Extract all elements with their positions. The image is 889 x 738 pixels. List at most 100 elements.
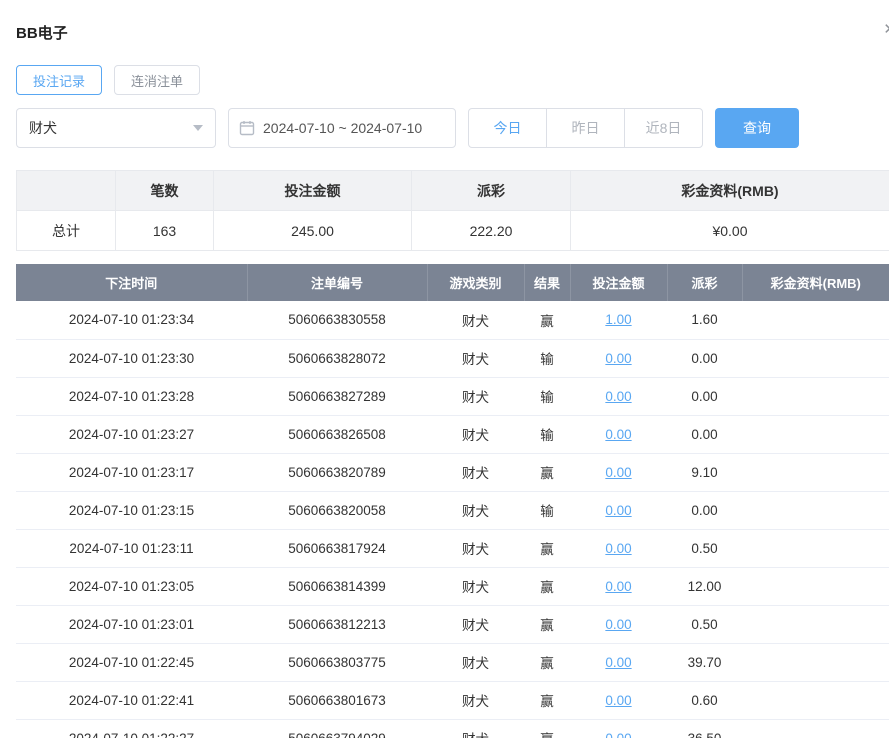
cell-bet-amount: 0.00: [570, 643, 667, 681]
bet-amount-link[interactable]: 0.00: [605, 465, 631, 480]
cell-game-type: 财犬: [427, 415, 524, 453]
cell-bonus: [742, 415, 889, 453]
summary-header-payout: 派彩: [412, 171, 571, 211]
bet-amount-link[interactable]: 0.00: [605, 731, 631, 738]
cell-bet-time: 2024-07-10 01:22:41: [16, 681, 247, 719]
cell-bet-time: 2024-07-10 01:23:01: [16, 605, 247, 643]
cell-order-id: 5060663814399: [247, 567, 427, 605]
bet-amount-link[interactable]: 0.00: [605, 351, 631, 366]
cell-bonus: [742, 377, 889, 415]
cell-game-type: 财犬: [427, 453, 524, 491]
calendar-icon: [239, 120, 255, 136]
cell-payout: 0.00: [667, 339, 742, 377]
cell-order-id: 5060663817924: [247, 529, 427, 567]
cell-result: 输: [524, 377, 570, 415]
cell-bet-time: 2024-07-10 01:22:45: [16, 643, 247, 681]
cell-result: 赢: [524, 719, 570, 738]
cell-bonus: [742, 301, 889, 339]
game-select-value: 财犬: [29, 118, 57, 138]
cell-payout: 0.50: [667, 529, 742, 567]
cell-order-id: 5060663826508: [247, 415, 427, 453]
cell-bet-amount: 0.00: [570, 681, 667, 719]
bet-amount-link[interactable]: 0.00: [605, 389, 631, 404]
cell-order-id: 5060663820058: [247, 491, 427, 529]
table-row: 2024-07-10 01:23:305060663828072财犬输0.000…: [16, 339, 889, 377]
cell-order-id: 5060663820789: [247, 453, 427, 491]
bet-amount-link[interactable]: 0.00: [605, 617, 631, 632]
tab-bet-records[interactable]: 投注记录: [16, 65, 102, 95]
cell-game-type: 财犬: [427, 377, 524, 415]
cell-order-id: 5060663827289: [247, 377, 427, 415]
search-button[interactable]: 查询: [715, 108, 799, 148]
cell-bet-time: 2024-07-10 01:23:15: [16, 491, 247, 529]
table-row: 2024-07-10 01:23:055060663814399财犬赢0.001…: [16, 567, 889, 605]
cell-bonus: [742, 605, 889, 643]
cell-bet-amount: 0.00: [570, 377, 667, 415]
cell-order-id: 5060663803775: [247, 643, 427, 681]
bet-amount-link[interactable]: 0.00: [605, 427, 631, 442]
cell-payout: 0.00: [667, 415, 742, 453]
close-icon[interactable]: ✕: [883, 20, 889, 38]
cell-payout: 9.10: [667, 453, 742, 491]
page-title: BB电子: [16, 22, 68, 43]
summary-header-bonus: 彩金资料(RMB): [571, 171, 889, 211]
cell-bonus: [742, 643, 889, 681]
cell-bet-time: 2024-07-10 01:23:28: [16, 377, 247, 415]
cell-bet-time: 2024-07-10 01:22:27: [16, 719, 247, 738]
summary-header-bet: 投注金额: [214, 171, 412, 211]
bet-amount-link[interactable]: 1.00: [605, 312, 631, 327]
cell-result: 输: [524, 491, 570, 529]
cell-game-type: 财犬: [427, 529, 524, 567]
yesterday-button[interactable]: 昨日: [546, 108, 625, 148]
panel-header: BB电子: [16, 0, 889, 43]
cell-result: 输: [524, 415, 570, 453]
cell-bet-amount: 0.00: [570, 339, 667, 377]
table-row: 2024-07-10 01:23:285060663827289财犬输 0.00 0…: [16, 377, 889, 415]
table-row: 2024-07-10 01:23:275060663826508财犬输 0.00 0…: [16, 415, 889, 453]
cell-result: 赢: [524, 453, 570, 491]
cell-bet-time: 2024-07-10 01:23:34: [16, 301, 247, 339]
header-bet-amount: 投注金额: [570, 264, 667, 301]
cell-game-type: 财犬: [427, 567, 524, 605]
table-row: 2024-07-10 01:23:175060663820789财犬赢0.009…: [16, 453, 889, 491]
cell-order-id: 5060663801673: [247, 681, 427, 719]
cell-bonus: [742, 567, 889, 605]
header-bet-time: 下注时间: [16, 264, 247, 301]
cell-payout: 0.50: [667, 605, 742, 643]
summary-bonus: ¥0.00: [571, 211, 889, 251]
today-button[interactable]: 今日: [468, 108, 547, 148]
bet-amount-link[interactable]: 0.00: [605, 579, 631, 594]
cell-bonus: [742, 453, 889, 491]
bet-table: 下注时间 注单编号 游戏类别 结果 投注金额 派彩 彩金资料(RMB) 2024…: [16, 264, 889, 738]
table-row: 2024-07-10 01:23:155060663820058财犬输0.000…: [16, 491, 889, 529]
date-range-input[interactable]: 2024-07-10 ~ 2024-07-10: [228, 108, 456, 148]
table-row: 2024-07-10 01:23:015060663812213财犬赢0.000…: [16, 605, 889, 643]
tab-bar: 投注记录 连消注单: [16, 65, 889, 95]
summary-header-row: 笔数 投注金额 派彩 彩金资料(RMB): [17, 171, 889, 211]
cell-result: 赢: [524, 605, 570, 643]
tab-chain-orders[interactable]: 连消注单: [114, 65, 200, 95]
bet-amount-link[interactable]: 0.00: [605, 541, 631, 556]
cell-bet-time: 2024-07-10 01:23:11: [16, 529, 247, 567]
table-row: 2024-07-10 01:22:415060663801673财犬赢0.000…: [16, 681, 889, 719]
cell-payout: 0.00: [667, 377, 742, 415]
summary-payout: 222.20: [412, 211, 571, 251]
bet-amount-link[interactable]: 0.00: [605, 503, 631, 518]
bet-record-panel: BB电子 ✕ 投注记录 连消注单 财犬 2024-07-10 ~ 2024-07…: [0, 0, 889, 738]
table-row: 2024-07-10 01:22:275060663794029财犬赢0.003…: [16, 719, 889, 738]
bet-amount-link[interactable]: 0.00: [605, 655, 631, 670]
cell-game-type: 财犬: [427, 643, 524, 681]
cell-bet-amount: 1.00: [570, 301, 667, 339]
bet-amount-link[interactable]: 0.00: [605, 693, 631, 708]
header-order-id: 注单编号: [247, 264, 427, 301]
cell-bonus: [742, 681, 889, 719]
cell-bet-amount: 0.00: [570, 491, 667, 529]
summary-header-blank: [17, 171, 116, 211]
filter-bar: 财犬 2024-07-10 ~ 2024-07-10 今日 昨日 近8日 查询: [16, 108, 889, 148]
cell-bonus: [742, 491, 889, 529]
summary-total-label: 总计: [17, 211, 116, 251]
game-select[interactable]: 财犬: [16, 108, 216, 148]
last-8-days-button[interactable]: 近8日: [624, 108, 703, 148]
cell-game-type: 财犬: [427, 681, 524, 719]
cell-bet-time: 2024-07-10 01:23:27: [16, 415, 247, 453]
